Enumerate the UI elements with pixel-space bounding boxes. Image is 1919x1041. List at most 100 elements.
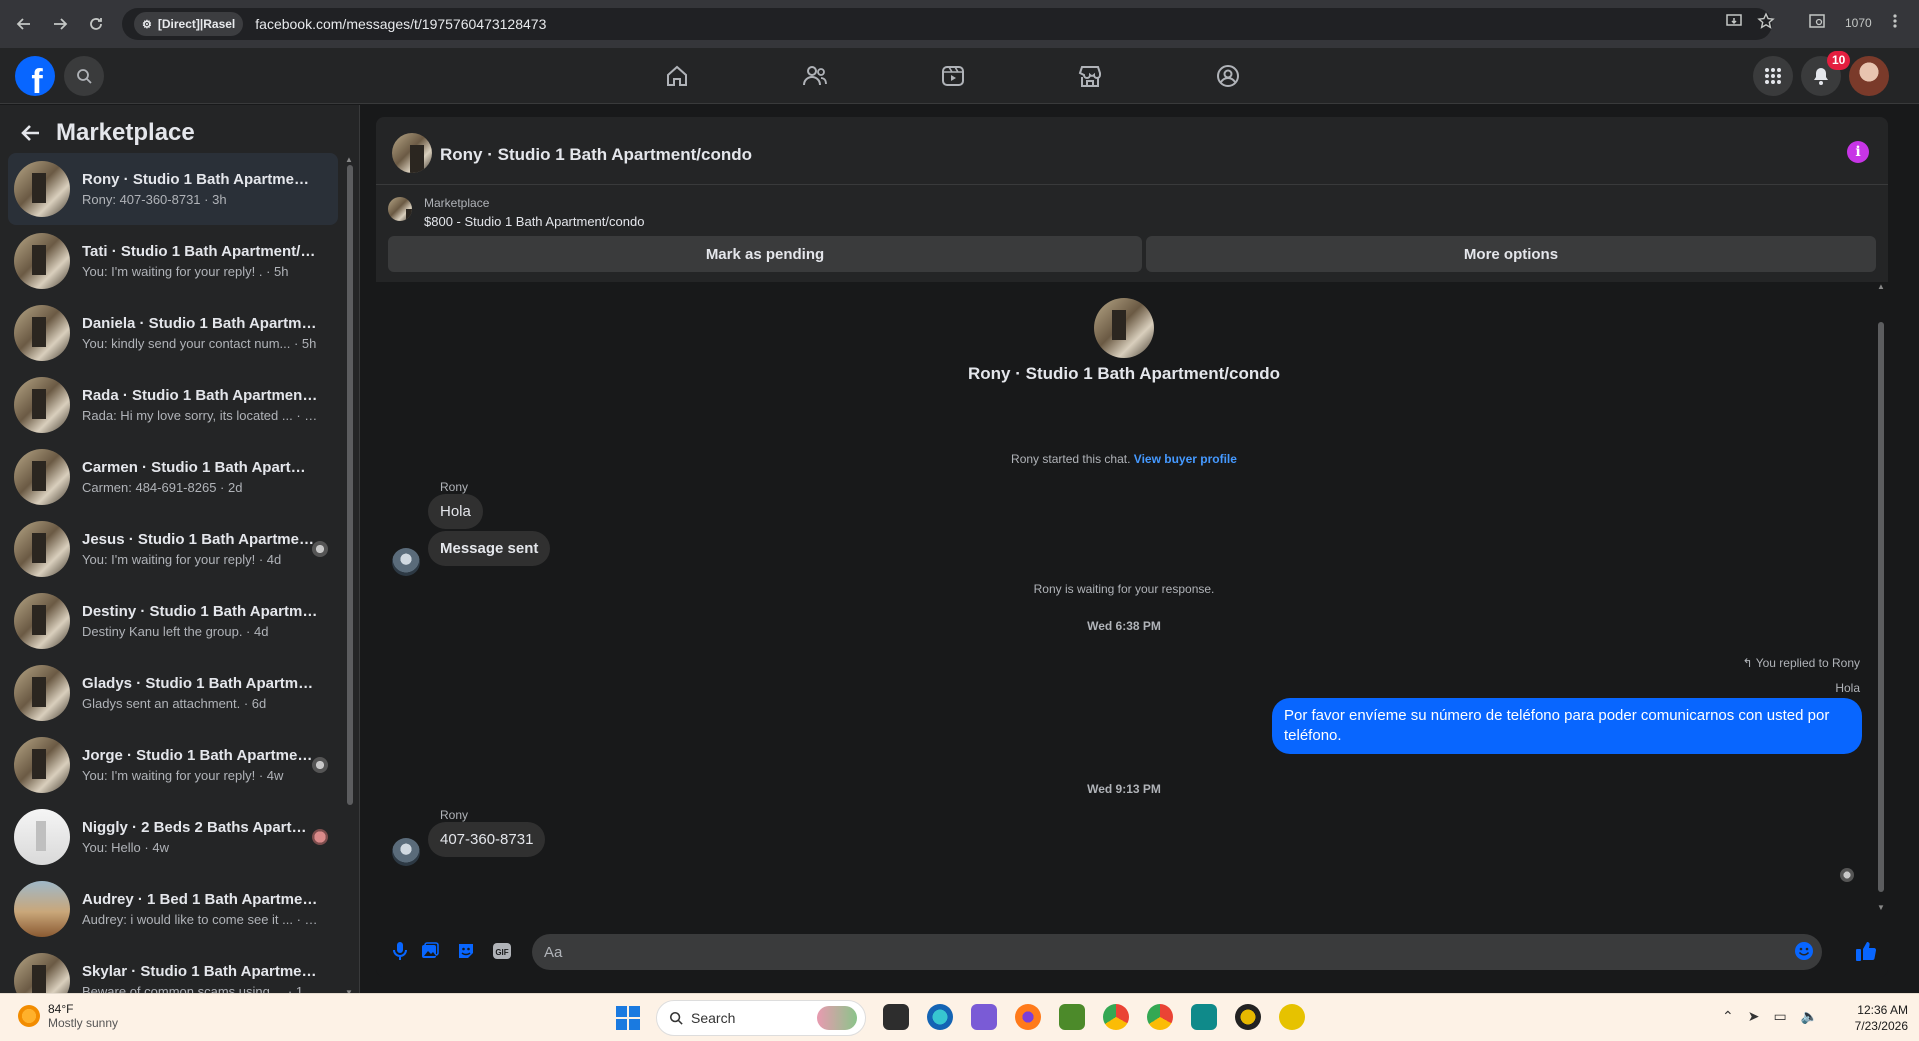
- photo-icon[interactable]: [418, 939, 442, 963]
- message-input[interactable]: [532, 934, 1822, 970]
- tab-search-icon[interactable]: [1808, 12, 1826, 30]
- chat-list-item[interactable]: Destiny · Studio 1 Bath Apartment/condo D…: [8, 585, 338, 657]
- conversation-avatar[interactable]: [392, 133, 432, 173]
- system-tray: ⌃ ➤ ▭ 🔈: [1722, 1008, 1818, 1025]
- intro-avatar[interactable]: [1094, 298, 1154, 358]
- back-arrow-icon[interactable]: [8, 8, 40, 40]
- reload-icon[interactable]: [80, 8, 112, 40]
- edge-browser-icon[interactable]: [927, 1004, 953, 1030]
- chevron-up-icon[interactable]: ⌃: [1722, 1008, 1734, 1025]
- friends-icon[interactable]: [799, 60, 831, 92]
- scroll-up-arrow-icon[interactable]: ▲: [345, 155, 353, 164]
- taskbar-search[interactable]: Search: [656, 1000, 866, 1036]
- sticker-icon[interactable]: [454, 939, 478, 963]
- fb-search-button[interactable]: [64, 56, 104, 96]
- weather-widget[interactable]: 84°F Mostly sunny: [18, 1002, 118, 1030]
- sidebar-scroll-thumb[interactable]: [347, 165, 353, 805]
- back-arrow-icon[interactable]: [20, 122, 42, 144]
- notepad-app-icon[interactable]: [1059, 1004, 1085, 1030]
- conversation-title[interactable]: Rony · Studio 1 Bath Apartment/condo: [440, 145, 752, 165]
- chrome-icon[interactable]: [1103, 1004, 1129, 1030]
- chat-list-item[interactable]: Daniela · Studio 1 Bath Apartment/condo Y…: [8, 297, 338, 369]
- emoji-icon[interactable]: [1792, 939, 1816, 963]
- message-scrollbar[interactable]: ▲ ▼: [1876, 282, 1886, 912]
- forward-arrow-icon[interactable]: [44, 8, 76, 40]
- chat-text: Tati · Studio 1 Bath Apartment/condo You:…: [82, 243, 318, 279]
- video-icon[interactable]: [937, 60, 969, 92]
- chat-list-item[interactable]: Gladys · Studio 1 Bath Apartment/condo Gl…: [8, 657, 338, 729]
- view-buyer-profile-link[interactable]: View buyer profile: [1134, 452, 1237, 466]
- firefox-icon[interactable]: [1015, 1004, 1041, 1030]
- system-clock[interactable]: 12:36 AM 7/23/2026: [1840, 1002, 1908, 1034]
- chat-list-item[interactable]: Rada · Studio 1 Bath Apartment/condo Rada…: [8, 369, 338, 441]
- chat-avatar: [14, 449, 70, 505]
- like-thumbs-up-icon[interactable]: [1854, 939, 1878, 963]
- home-icon[interactable]: [661, 60, 693, 92]
- address-bar[interactable]: ⚙ [Direct]|Rasel facebook.com/messages/t…: [122, 8, 1772, 40]
- chat-avatar: [14, 233, 70, 289]
- menu-grid-button[interactable]: [1753, 56, 1793, 96]
- scroll-up-arrow-icon[interactable]: ▲: [1877, 282, 1885, 291]
- app-s-icon[interactable]: [1191, 1004, 1217, 1030]
- sender-avatar[interactable]: [392, 838, 420, 866]
- chat-list-item[interactable]: Audrey · 1 Bed 1 Bath Apartment/condo Aud…: [8, 873, 338, 945]
- sender-avatar[interactable]: [392, 548, 420, 576]
- more-options-button[interactable]: More options: [1146, 236, 1876, 272]
- incoming-message[interactable]: 407-360-8731: [428, 822, 546, 857]
- gaming-icon[interactable]: [1212, 60, 1244, 92]
- listing-thumbnail[interactable]: [388, 197, 412, 221]
- install-app-icon[interactable]: [1725, 12, 1743, 30]
- chat-text: Carmen · Studio 1 Bath Apartment/condo Ca…: [82, 459, 318, 495]
- app-1070-icon[interactable]: [1279, 1004, 1305, 1030]
- listing-title[interactable]: $800 - Studio 1 Bath Apartment/condo: [424, 214, 644, 229]
- tab-count[interactable]: 1070: [1845, 16, 1872, 30]
- network-icon[interactable]: ▭: [1773, 1008, 1786, 1025]
- chat-list-item[interactable]: Tati · Studio 1 Bath Apartment/condo You:…: [8, 225, 338, 297]
- incoming-message[interactable]: Message sent: [428, 531, 551, 566]
- chat-list-item[interactable]: Niggly · 2 Beds 2 Baths Apartment You: He…: [8, 801, 338, 873]
- scroll-down-arrow-icon[interactable]: ▼: [1877, 903, 1885, 912]
- chat-list-item[interactable]: Jorge · Studio 1 Bath Apartment/condo You…: [8, 729, 338, 801]
- chat-preview: Rada: Hi my love sorry, its located ... …: [82, 408, 318, 423]
- chat-list-item[interactable]: Skylar · Studio 1 Bath Apartment/condo Be…: [8, 945, 338, 993]
- task-view-icon[interactable]: [883, 1004, 909, 1030]
- incoming-message[interactable]: Hola: [428, 494, 483, 529]
- intro-name: Rony · Studio 1 Bath Apartment/condo: [968, 364, 1280, 383]
- taskbar-search-label: Search: [691, 1010, 736, 1026]
- facebook-logo-icon[interactable]: f: [15, 56, 55, 96]
- weather-temperature: 84°F: [48, 1002, 74, 1016]
- chat-preview: You: I'm waiting for your reply! · 4w: [82, 768, 284, 783]
- profile-avatar[interactable]: [1849, 56, 1889, 96]
- gif-icon[interactable]: GIF: [490, 939, 514, 963]
- marketplace-icon[interactable]: [1074, 60, 1106, 92]
- snipping-tool-icon[interactable]: [971, 1004, 997, 1030]
- chat-name: Destiny · Studio 1 Bath Apartment/condo: [82, 603, 318, 620]
- outgoing-message[interactable]: Por favor envíeme su número de teléfono …: [1272, 698, 1862, 754]
- browser-menu-icon[interactable]: [1892, 12, 1898, 30]
- chat-list-item[interactable]: Rony · Studio 1 Bath Apartment/condo Rony…: [8, 153, 338, 225]
- sender-name: Rony: [440, 808, 469, 822]
- chat-sidebar: Marketplace Rony · Studio 1 Bath Apartme…: [0, 105, 360, 997]
- bookmark-star-icon[interactable]: [1757, 12, 1775, 30]
- info-icon[interactable]: i: [1847, 141, 1869, 163]
- windows-start-icon[interactable]: [616, 1006, 640, 1030]
- replied-quote[interactable]: Hola: [1835, 681, 1860, 695]
- chat-avatar: [14, 665, 70, 721]
- chat-preview: Gladys sent an attachment. · 6d: [82, 696, 267, 711]
- location-arrow-icon[interactable]: ➤: [1748, 1008, 1760, 1025]
- site-info-chip[interactable]: ⚙ [Direct]|Rasel: [134, 12, 244, 36]
- sidebar-scrollbar[interactable]: ▲ ▼: [345, 155, 353, 997]
- app-x-icon[interactable]: [1235, 1004, 1261, 1030]
- chat-list-item[interactable]: Jesus · Studio 1 Bath Apartment/condo You…: [8, 513, 338, 585]
- volume-icon[interactable]: 🔈: [1801, 1008, 1818, 1025]
- message-scroll-thumb[interactable]: [1878, 322, 1884, 892]
- chrome-profile-icon[interactable]: [1147, 1004, 1173, 1030]
- url-text[interactable]: facebook.com/messages/t/1975760473128473: [255, 16, 546, 32]
- chat-name: Rony · Studio 1 Bath Apartment/condo: [82, 171, 318, 188]
- chat-list-item[interactable]: Carmen · Studio 1 Bath Apartment/condo Ca…: [8, 441, 338, 513]
- microphone-icon[interactable]: [388, 939, 412, 963]
- chat-text: Destiny · Studio 1 Bath Apartment/condo D…: [82, 603, 318, 639]
- mark-as-pending-button[interactable]: Mark as pending: [388, 236, 1142, 272]
- chat-preview: Beware of common scams using ... · 15w: [82, 984, 318, 993]
- search-highlight-icon: [817, 1006, 857, 1030]
